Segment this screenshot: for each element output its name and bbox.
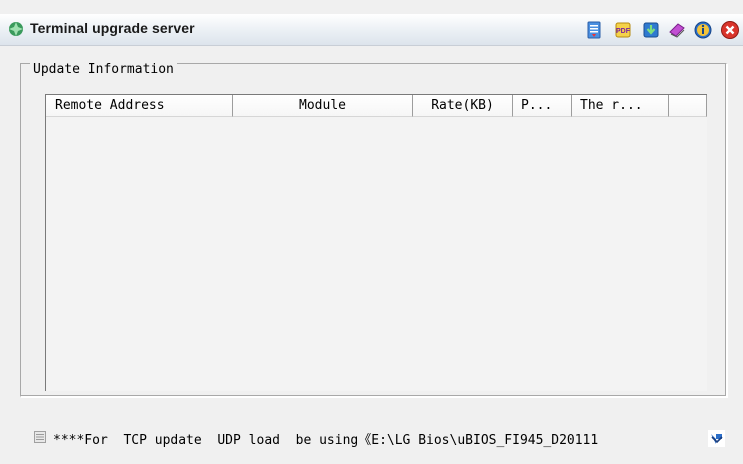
title-bar[interactable]: Terminal upgrade server PDF: [0, 14, 743, 46]
book-icon[interactable]: [667, 20, 687, 40]
document-icon[interactable]: [584, 20, 604, 40]
download-icon[interactable]: [641, 20, 661, 40]
app-icon: [9, 22, 23, 36]
close-icon[interactable]: [720, 20, 740, 40]
column-the-r[interactable]: The r...: [572, 95, 669, 117]
column-p[interactable]: P...: [513, 95, 572, 117]
column-module[interactable]: Module: [233, 95, 413, 117]
status-bar: ****For TCP update UDP load be using《E:\…: [0, 420, 743, 452]
group-label: Update Information: [30, 62, 177, 77]
window-title: Terminal upgrade server: [30, 20, 195, 36]
column-extra[interactable]: [669, 95, 707, 117]
status-text: ****For TCP update UDP load be using《E:\…: [53, 433, 599, 448]
list-header: Remote Address Module Rate(KB) P... The …: [46, 95, 707, 117]
svg-text:PDF: PDF: [616, 28, 631, 35]
pdf-icon[interactable]: PDF: [613, 20, 633, 40]
column-rate[interactable]: Rate(KB): [413, 95, 513, 117]
column-remote-address[interactable]: Remote Address: [46, 95, 233, 117]
main-window: Terminal upgrade server PDF Update Infor…: [0, 0, 743, 464]
info-icon[interactable]: [693, 20, 713, 40]
arrow-down-icon[interactable]: [708, 430, 725, 447]
update-list[interactable]: Remote Address Module Rate(KB) P... The …: [45, 94, 707, 391]
status-list-icon: [34, 431, 46, 443]
